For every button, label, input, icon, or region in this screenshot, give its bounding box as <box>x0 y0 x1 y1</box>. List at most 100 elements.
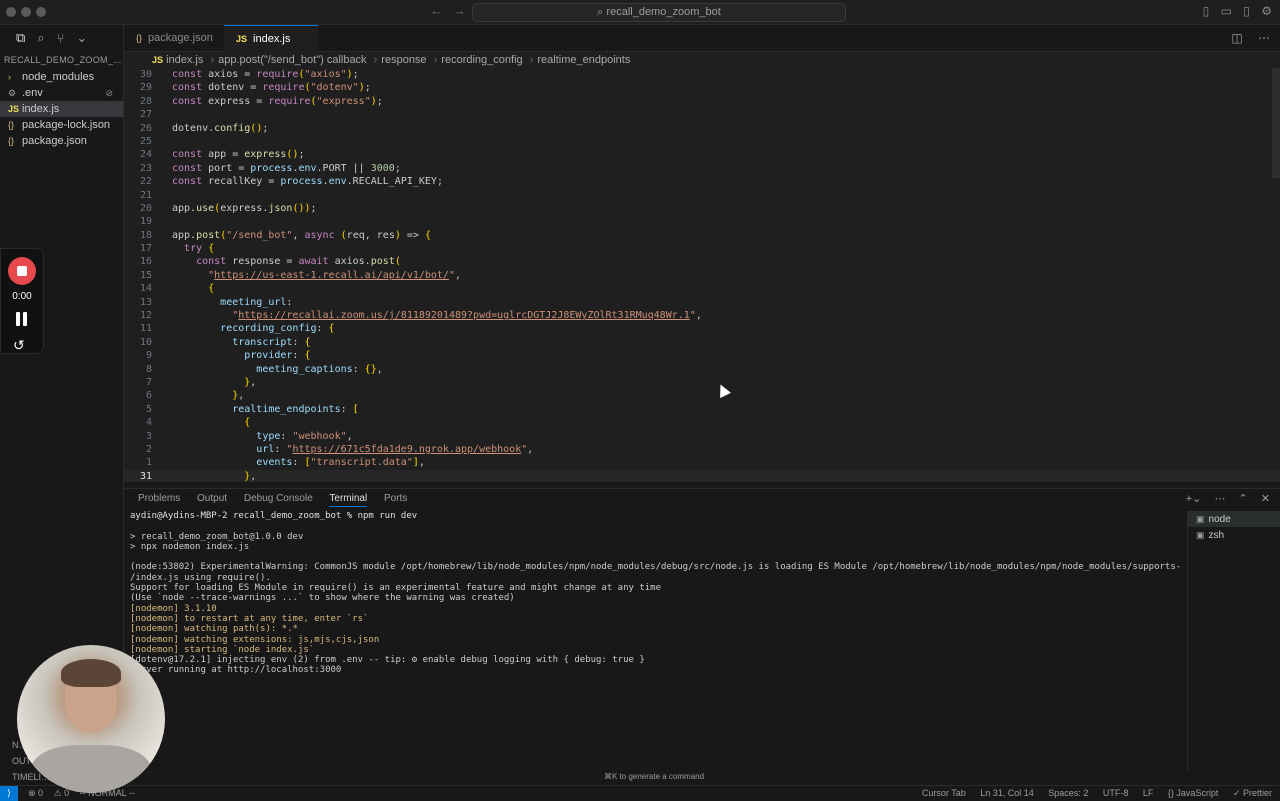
code-line[interactable]: 12 "https://recallai.zoom.us/j/811892014… <box>124 309 1280 322</box>
file-tree-item[interactable]: {} package.json <box>0 133 123 149</box>
encoding[interactable]: UTF-8 <box>1103 788 1129 798</box>
code-line[interactable]: 22 const recallKey = process.env.RECALL_A… <box>124 175 1280 188</box>
explorer-files-icon[interactable]: ⧉ <box>16 30 25 46</box>
line-number: 7 <box>145 376 152 388</box>
more-actions-icon[interactable]: ⋯ <box>1258 31 1270 45</box>
restart-recording-icon[interactable]: ↺ <box>13 337 25 354</box>
code-line[interactable]: 5 realtime_endpoints: [ <box>124 403 1280 416</box>
settings-gear-icon[interactable]: ⚙ <box>1261 4 1272 18</box>
code-line[interactable]: 1 events: ["transcript.data"], <box>124 456 1280 469</box>
cursor-tab-status[interactable]: Cursor Tab <box>922 788 966 798</box>
maximize-panel-icon[interactable]: ⌃ <box>1239 493 1248 505</box>
code-line[interactable]: 7 }, <box>124 376 1280 389</box>
code-line[interactable]: 13 meeting_url: <box>124 296 1280 309</box>
breadcrumb-realtime-endpoints[interactable]: realtime_endpoints <box>537 54 630 66</box>
back-arrow-icon[interactable]: ← <box>430 3 443 18</box>
file-tree-item[interactable]: {} package-lock.json <box>0 117 123 133</box>
terminal-item-zsh[interactable]: ▣ zsh <box>1188 527 1280 543</box>
line-source: meeting_captions: {}, <box>256 363 383 375</box>
tab-label: package.json <box>148 32 213 44</box>
maximize-window-button[interactable] <box>36 7 46 17</box>
js-file-icon: JS <box>152 55 164 65</box>
file-tree-label: package.json <box>22 135 87 147</box>
breadcrumb-response[interactable]: response <box>381 54 426 66</box>
command-center-search[interactable]: ⌕ recall_demo_zoom_bot <box>472 3 846 22</box>
file-tree-item[interactable]: › node_modules <box>0 69 123 85</box>
prettier-status[interactable]: ✓ Prettier <box>1233 788 1272 798</box>
stop-recording-button[interactable] <box>8 257 36 285</box>
breadcrumb-recording-config[interactable]: recording_config <box>441 54 522 66</box>
line-number: 26 <box>139 122 152 134</box>
terminal-line: (node:53802) ExperimentalWarning: Common… <box>130 562 1182 573</box>
webcam-person-shirt <box>31 745 151 793</box>
title-bar: ← → ⌕ recall_demo_zoom_bot ▯ ▭ ▯ ⚙ <box>0 0 1280 25</box>
code-line[interactable]: 11 recording_config: { <box>124 322 1280 335</box>
code-line[interactable]: 18 app.post("/send_bot", async (req, res)… <box>124 229 1280 242</box>
code-line[interactable]: 23 const port = process.env.PORT || 3000; <box>124 162 1280 175</box>
split-editor-icon[interactable]: ◫ <box>1231 31 1242 45</box>
chevron-down-icon[interactable]: ⌄ <box>76 30 87 46</box>
code-line[interactable]: 20 app.use(express.json()); <box>124 202 1280 215</box>
new-terminal-icon[interactable]: +⌄ <box>1186 493 1202 505</box>
code-lines: 30 const axios = require("axios"); 29 const… <box>124 68 1280 482</box>
line-number: 29 <box>139 82 152 94</box>
file-tree-item[interactable]: JS index.js <box>0 101 123 117</box>
tab-problems[interactable]: Problems <box>138 493 180 504</box>
code-line[interactable]: 24 const app = express(); <box>124 148 1280 161</box>
code-line[interactable]: 15 "https://us-east-1.recall.ai/api/v1/b… <box>124 269 1280 282</box>
code-line[interactable]: 4 { <box>124 416 1280 429</box>
file-tree-item[interactable]: ⚙ .env ⊘ <box>0 85 123 101</box>
code-line[interactable]: 25 <box>124 135 1280 148</box>
toggle-panel-icon[interactable]: ▭ <box>1221 4 1232 18</box>
code-line[interactable]: 8 meeting_captions: {}, <box>124 363 1280 376</box>
line-number: 31 <box>139 470 152 482</box>
source-control-icon[interactable]: ⑂ <box>57 31 65 46</box>
line-ending[interactable]: LF <box>1143 788 1154 798</box>
code-line[interactable]: 28 const express = require("express"); <box>124 95 1280 108</box>
breadcrumb-callback[interactable]: app.post("/send_bot") callback <box>218 54 366 66</box>
code-line[interactable]: 26 dotenv.config(); <box>124 122 1280 135</box>
toggle-sidebar-icon[interactable]: ▯ <box>1203 4 1210 18</box>
line-source: app.use(express.json()); <box>172 202 317 214</box>
code-line[interactable]: 3 type: "webhook", <box>124 430 1280 443</box>
search-icon[interactable]: ⌕ <box>37 30 44 46</box>
code-line[interactable]: 14 { <box>124 282 1280 295</box>
code-line[interactable]: 19 <box>124 215 1280 228</box>
toggle-secondary-sidebar-icon[interactable]: ▯ <box>1243 4 1250 18</box>
forward-arrow-icon[interactable]: → <box>453 3 466 18</box>
pause-recording-button[interactable] <box>15 312 29 326</box>
cursor-position[interactable]: Ln 31, Col 14 <box>980 788 1034 798</box>
minimize-window-button[interactable] <box>21 7 31 17</box>
editor-scrollbar[interactable] <box>1272 68 1280 178</box>
panel-tabs: Problems Output Debug Console Terminal P… <box>138 493 421 507</box>
more-actions-icon[interactable]: ⋯ <box>1214 493 1225 505</box>
code-line[interactable]: 30 const axios = require("axios"); <box>124 68 1280 81</box>
code-line[interactable]: 31 }, <box>124 469 1280 482</box>
code-line[interactable]: 6 }, <box>124 389 1280 402</box>
code-line[interactable]: 16 const response = await axios.post( <box>124 255 1280 268</box>
terminal-output[interactable]: aydin@Aydins-MBP-2 recall_demo_zoom_bot … <box>130 511 1182 771</box>
close-window-button[interactable] <box>6 7 16 17</box>
breadcrumb-file[interactable]: index.js <box>166 54 203 66</box>
line-source: realtime_endpoints: [ <box>232 403 359 415</box>
code-line[interactable]: 27 <box>124 108 1280 121</box>
tab-terminal[interactable]: Terminal <box>329 493 368 507</box>
code-line[interactable]: 10 transcript: { <box>124 336 1280 349</box>
remote-indicator-icon[interactable]: ⟩ <box>0 786 18 801</box>
code-line[interactable]: 9 provider: { <box>124 349 1280 362</box>
code-line[interactable]: 17 try { <box>124 242 1280 255</box>
language-mode[interactable]: {} JavaScript <box>1168 788 1219 798</box>
explorer-folder-title[interactable]: RECALL_DEMO_ZOOM_... <box>0 51 123 69</box>
indentation[interactable]: Spaces: 2 <box>1048 788 1088 798</box>
code-line[interactable]: 2 url: "https://671c5fda1de9.ngrok.app/w… <box>124 443 1280 456</box>
tab-output[interactable]: Output <box>197 493 227 504</box>
close-panel-icon[interactable]: ✕ <box>1261 493 1270 505</box>
tab-debug-console[interactable]: Debug Console <box>244 493 313 504</box>
tab-ports[interactable]: Ports <box>384 493 407 504</box>
terminal-item-node[interactable]: ▣ node <box>1188 511 1280 527</box>
code-editor[interactable]: 30 const axios = require("axios"); 29 const… <box>124 68 1280 482</box>
code-line[interactable]: 21 <box>124 189 1280 202</box>
tab-index-js[interactable]: JS index.js <box>224 25 318 52</box>
code-line[interactable]: 29 const dotenv = require("dotenv"); <box>124 81 1280 94</box>
